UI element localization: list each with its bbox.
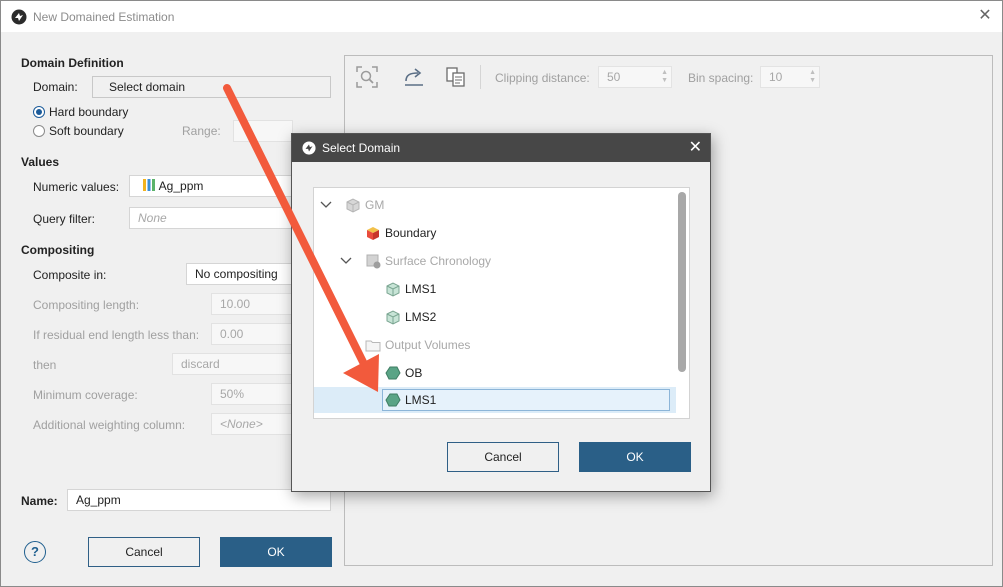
output-volume-icon: [385, 366, 401, 380]
ok-button[interactable]: OK: [220, 537, 332, 567]
numeric-values-select[interactable]: Ag_ppm: [129, 175, 294, 197]
minimum-coverage-label: Minimum coverage:: [33, 388, 138, 402]
domain-definition-heading: Domain Definition: [21, 56, 124, 70]
copy-icon[interactable]: [444, 65, 468, 89]
tree-scrollbar-thumb[interactable]: [678, 192, 686, 372]
toolbar-separator: [480, 65, 481, 89]
tree-item-lms2[interactable]: LMS2: [314, 304, 676, 330]
title-bar: New Domained Estimation ✕: [1, 1, 1002, 32]
chevron-down-icon[interactable]: [319, 198, 333, 212]
then-label: then: [33, 358, 57, 372]
query-filter-select[interactable]: None: [129, 207, 294, 229]
tree-item-label: GM: [365, 198, 385, 212]
export-icon[interactable]: [402, 65, 426, 89]
minimum-coverage-input[interactable]: 50%: [211, 383, 294, 405]
spin-arrows-icon[interactable]: ▲ ▼: [661, 69, 668, 85]
soft-boundary-label: Soft boundary: [49, 124, 124, 138]
dialog-title: Select Domain: [322, 141, 401, 155]
tree-item-surface-chronology[interactable]: Surface Chronology: [314, 248, 676, 274]
tree-item-label: Output Volumes: [385, 338, 471, 352]
tree-item-output-volumes[interactable]: Output Volumes: [314, 332, 676, 358]
name-input[interactable]: Ag_ppm: [67, 489, 331, 511]
values-heading: Values: [21, 155, 60, 169]
chevron-down-icon[interactable]: [339, 254, 353, 268]
numeric-values-value: Ag_ppm: [158, 179, 204, 193]
hard-boundary-radio-indicator[interactable]: [33, 106, 45, 118]
lithology-volume-icon: [386, 310, 400, 325]
bin-spacing-label: Bin spacing:: [688, 71, 754, 85]
app-logo-icon: [11, 9, 27, 24]
then-select[interactable]: discard: [172, 353, 294, 375]
range-input[interactable]: [233, 120, 293, 142]
dialog-close-icon[interactable]: ✕: [689, 137, 702, 157]
spin-arrows-icon[interactable]: ▲ ▼: [809, 69, 816, 85]
dialog-title-bar: Select Domain ✕: [292, 134, 710, 162]
compositing-length-input[interactable]: 10.00: [211, 293, 294, 315]
compositing-length-label: Compositing length:: [33, 298, 140, 312]
weighting-column-label: Additional weighting column:: [33, 418, 186, 432]
tree-item-label: Surface Chronology: [385, 254, 492, 268]
window-close-icon[interactable]: ✕: [974, 5, 996, 27]
geological-model-icon: [346, 198, 360, 213]
select-domain-dialog: Select Domain ✕ GM Boundary Surface Chro…: [291, 133, 711, 492]
lithology-volume-icon: [386, 282, 400, 297]
dialog-cancel-button[interactable]: Cancel: [447, 442, 559, 472]
tree-item-label: OB: [405, 366, 423, 380]
bin-spacing-value: 10: [769, 70, 783, 84]
surface-chronology-icon: [366, 254, 381, 269]
domain-label: Domain:: [33, 80, 78, 94]
tree-item-lms1[interactable]: LMS1: [314, 276, 676, 302]
compositing-heading: Compositing: [21, 243, 95, 257]
app-logo-icon: [302, 141, 316, 155]
tree-item-label: LMS1: [405, 282, 437, 296]
folder-icon: [365, 340, 381, 352]
domain-select-button[interactable]: Select domain: [92, 76, 331, 98]
help-button[interactable]: ?: [24, 541, 46, 563]
name-label: Name:: [21, 494, 58, 508]
tree-scrollbar[interactable]: [677, 192, 687, 416]
residual-length-input[interactable]: 0.00: [211, 323, 294, 345]
weighting-column-select[interactable]: <None>: [211, 413, 294, 435]
domain-tree: GM Boundary Surface Chronology LMS1 LMS2…: [313, 187, 690, 419]
hard-boundary-label: Hard boundary: [49, 105, 129, 119]
range-label: Range:: [182, 124, 221, 138]
composite-in-select[interactable]: No compositing: [186, 263, 294, 285]
cancel-button[interactable]: Cancel: [88, 537, 200, 567]
tree-item-gm[interactable]: GM: [314, 192, 676, 218]
boundary-icon: [367, 227, 379, 240]
tree-item-label: Boundary: [385, 226, 437, 240]
clipping-distance-label: Clipping distance:: [495, 71, 590, 85]
zoom-fit-icon[interactable]: [355, 65, 379, 89]
query-filter-label: Query filter:: [33, 212, 96, 226]
bin-spacing-input[interactable]: 10 ▲ ▼: [760, 66, 820, 88]
tree-item-label: LMS2: [405, 310, 437, 324]
numeric-values-label: Numeric values:: [33, 180, 120, 194]
tree-item-boundary[interactable]: Boundary: [314, 220, 676, 246]
composite-in-label: Composite in:: [33, 268, 107, 282]
output-volume-icon: [385, 393, 401, 407]
dialog-ok-button[interactable]: OK: [579, 442, 691, 472]
tree-item-lms1-selected[interactable]: LMS1: [314, 387, 676, 413]
clipping-distance-value: 50: [607, 70, 621, 84]
numeric-column-icon: [143, 179, 155, 191]
tree-item-ob[interactable]: OB: [314, 360, 676, 386]
soft-boundary-radio-indicator[interactable]: [33, 125, 45, 137]
soft-boundary-radio[interactable]: Soft boundary: [33, 124, 124, 138]
tree-item-label: LMS1: [405, 393, 437, 407]
clipping-distance-input[interactable]: 50 ▲ ▼: [598, 66, 672, 88]
window-title: New Domained Estimation: [33, 9, 175, 24]
hard-boundary-radio[interactable]: Hard boundary: [33, 105, 128, 119]
residual-length-label: If residual end length less than:: [33, 328, 200, 342]
